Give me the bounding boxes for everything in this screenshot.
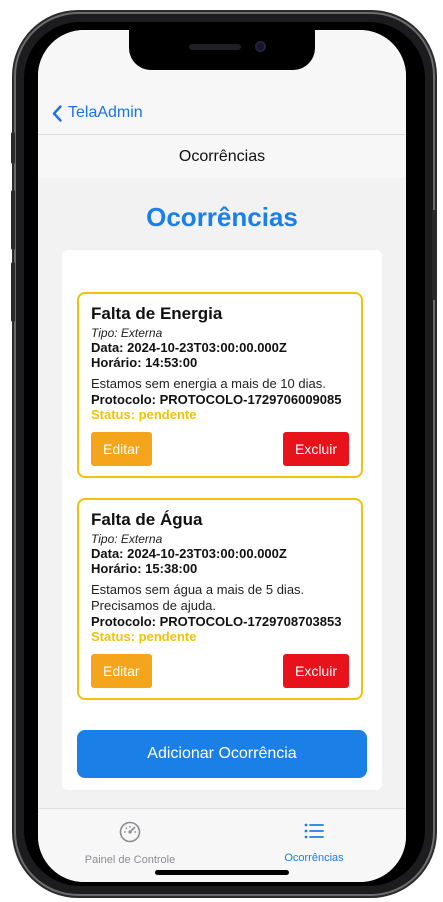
home-indicator (155, 870, 289, 875)
back-button[interactable]: TelaAdmin (52, 104, 143, 122)
mute-switch (11, 132, 15, 164)
edit-button[interactable]: Editar (91, 654, 152, 688)
occurrence-type: Tipo: Externa (91, 532, 163, 546)
occurrence-date: Data: 2024-10-23T03:00:00.000Z (91, 340, 287, 355)
occurrence-status: Status: pendente (91, 407, 197, 422)
tab-painel-de-controle[interactable]: Painel de Controle (38, 821, 222, 866)
tab-label: Ocorrências (284, 852, 344, 864)
front-camera (255, 41, 266, 52)
speaker-grille (189, 44, 241, 50)
nav-title: Ocorrências (178, 148, 266, 165)
tab-bar: Painel de Controle Ocorrências (38, 808, 406, 882)
occurrence-type: Tipo: Externa (91, 326, 163, 340)
speedometer-icon (119, 821, 141, 843)
occurrence-protocol: Protocolo: PROTOCOLO-1729706009085 (91, 392, 342, 407)
volume-up-button (11, 190, 15, 250)
occurrence-card: Falta de Água Tipo: Externa Data: 2024-1… (77, 498, 363, 700)
occurrence-title: Falta de Água (91, 510, 203, 529)
power-button (432, 210, 436, 300)
back-button-label: TelaAdmin (68, 104, 143, 121)
occurrences-list[interactable]: Falta de Energia Tipo: Externa Data: 202… (62, 250, 382, 704)
notch (129, 30, 315, 70)
nav-divider (38, 134, 406, 135)
volume-down-button (11, 262, 15, 322)
occurrence-actions: Editar Excluir (91, 654, 349, 688)
tab-label: Painel de Controle (84, 854, 176, 866)
main-content: Ocorrências Falta de Energia Tipo: Exter… (38, 178, 406, 808)
occurrence-time: Horário: 15:38:00 (91, 561, 198, 576)
delete-button[interactable]: Excluir (282, 432, 349, 466)
add-occurrence-button[interactable]: Adicionar Ocorrência (77, 730, 367, 778)
occurrence-status: Status: pendente (91, 629, 197, 644)
occurrence-actions: Editar Excluir (91, 432, 349, 466)
occurrence-description: Estamos sem água a mais de 5 dias. Preci… (91, 582, 305, 613)
edit-button[interactable]: Editar (91, 432, 152, 466)
app-screen: TelaAdmin Ocorrências Ocorrências Falta … (38, 30, 406, 882)
occurrence-protocol: Protocolo: PROTOCOLO-1729708703853 (91, 614, 342, 629)
occurrence-card: Falta de Energia Tipo: Externa Data: 202… (77, 292, 363, 478)
occurrence-date: Data: 2024-10-23T03:00:00.000Z (91, 546, 287, 561)
occurrence-time: Horário: 14:53:00 (91, 355, 198, 370)
occurrences-panel: Falta de Energia Tipo: Externa Data: 202… (62, 250, 382, 790)
delete-button[interactable]: Excluir (282, 654, 349, 688)
tab-ocorrencias[interactable]: Ocorrências (222, 821, 406, 864)
occurrence-title: Falta de Energia (91, 304, 223, 323)
page-title: Ocorrências (146, 202, 298, 232)
list-icon (304, 823, 324, 839)
occurrence-description: Estamos sem energia a mais de 10 dias. (91, 376, 326, 391)
chevron-left-icon (52, 104, 62, 122)
